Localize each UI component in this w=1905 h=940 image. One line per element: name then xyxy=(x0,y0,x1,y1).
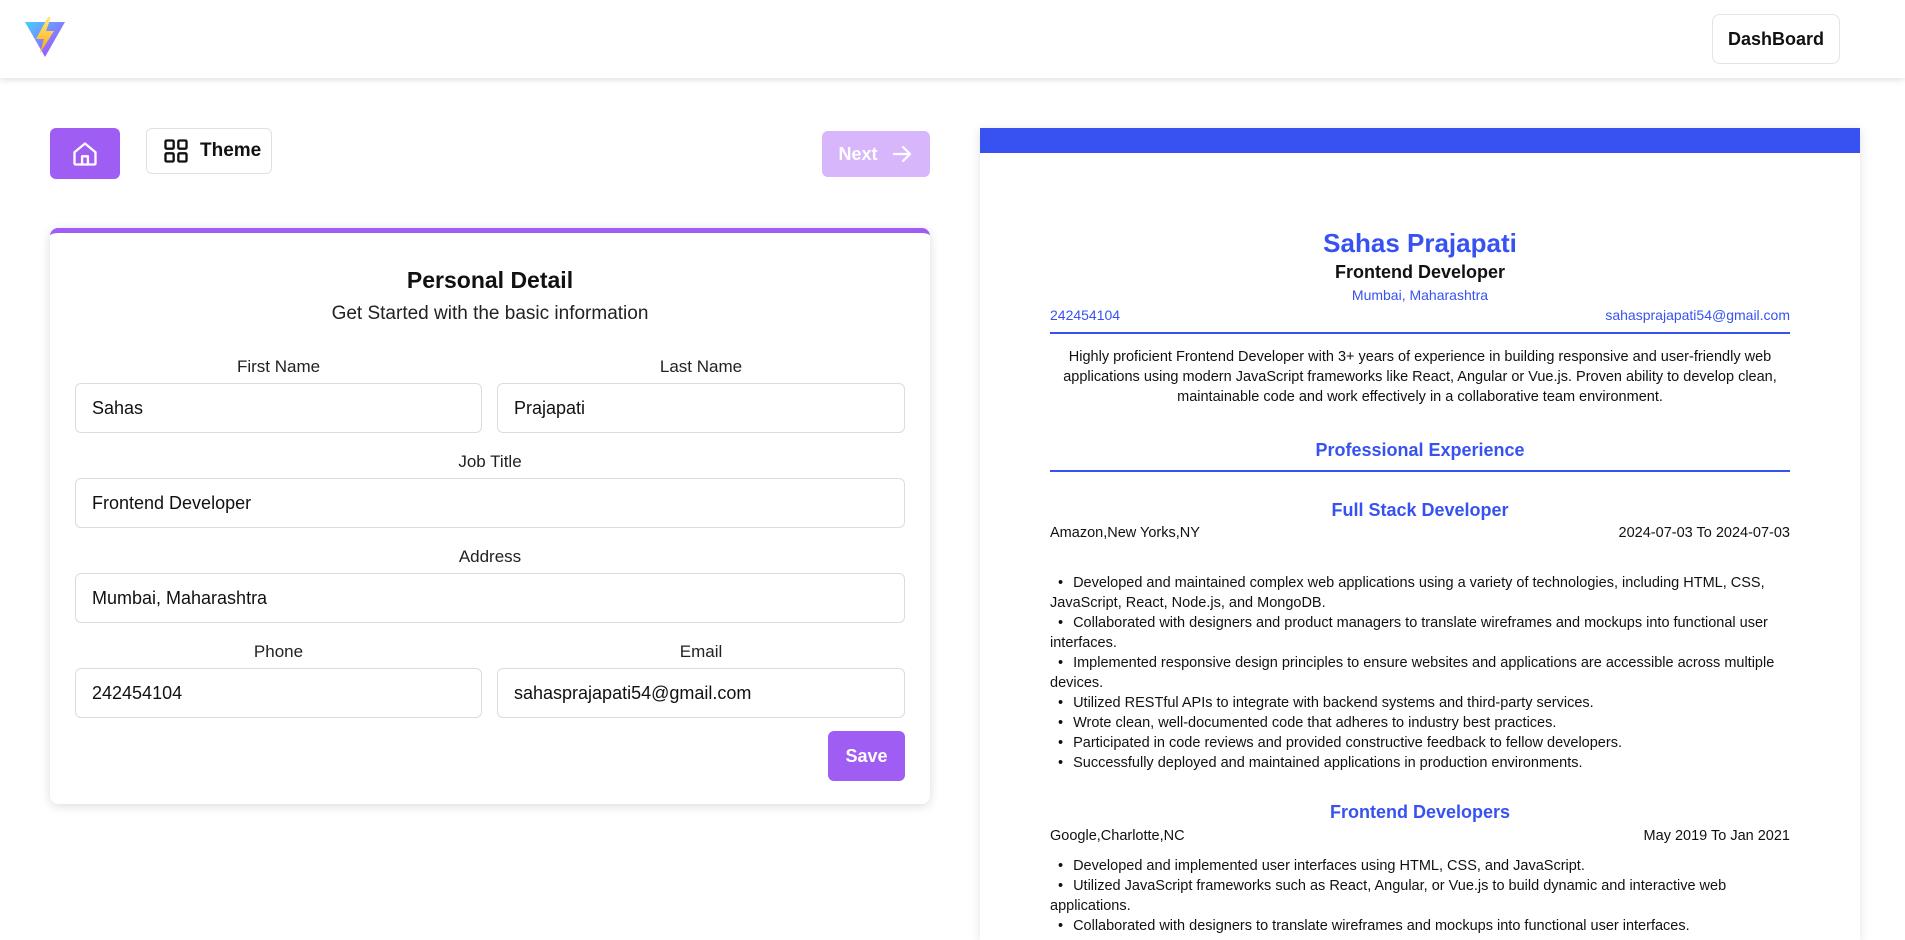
resume-job-title: Frontend Developer xyxy=(1334,262,1506,282)
experience-bullet: Implemented responsive design principles… xyxy=(1050,653,1790,693)
last-name-input[interactable]: Prajapati xyxy=(497,383,905,433)
experience-title: Full Stack Developer xyxy=(1331,500,1509,520)
resume-summary: Highly proficient Frontend Developer wit… xyxy=(1063,349,1777,405)
dashboard-button[interactable]: DashBoard xyxy=(1712,14,1840,64)
resume-email: sahasprajapati54@gmail.com xyxy=(1605,307,1790,323)
personal-detail-card: Personal Detail Get Started with the bas… xyxy=(50,228,930,804)
experience-bullet: Collaborated with designers and product … xyxy=(1050,613,1790,653)
save-button[interactable]: Save xyxy=(828,731,905,781)
theme-button[interactable]: Theme xyxy=(146,128,272,174)
phone-input[interactable]: 242454104 xyxy=(75,668,482,718)
experience-bullet: Participated in code reviews and provide… xyxy=(1050,733,1790,753)
email-input[interactable]: sahasprajapati54@gmail.com xyxy=(497,668,905,718)
home-button[interactable] xyxy=(50,128,120,179)
resume-preview: Sahas Prajapati Frontend Developer Mumba… xyxy=(980,128,1860,940)
first-name-input[interactable]: Sahas xyxy=(75,383,482,433)
first-name-label: First Name xyxy=(236,357,321,376)
home-icon xyxy=(73,141,97,166)
experience-divider xyxy=(1050,470,1790,472)
experience-dates: May 2019 To Jan 2021 xyxy=(1643,828,1790,844)
address-input[interactable]: Mumbai, Maharashtra xyxy=(75,573,905,623)
last-name-label: Last Name xyxy=(659,357,743,376)
experience-company: Google,Charlotte,NC xyxy=(1050,828,1185,844)
next-label: Next xyxy=(838,143,878,164)
address-label: Address xyxy=(458,547,522,566)
experience-bullets: Developed and implemented user interface… xyxy=(1050,856,1790,936)
top-navbar: DashBoard xyxy=(0,0,1905,78)
experience-bullets: Developed and maintained complex web app… xyxy=(1050,573,1790,773)
resume-name: Sahas Prajapati xyxy=(1323,228,1517,258)
experience-bullet: Developed and implemented user interface… xyxy=(1050,856,1790,876)
job-title-input[interactable]: Frontend Developer xyxy=(75,478,905,528)
experience-bullet: Developed and maintained complex web app… xyxy=(1050,573,1790,613)
resume-address: Mumbai, Maharashtra xyxy=(1351,287,1489,303)
theme-label: Theme xyxy=(200,140,262,161)
experience-bullet: Wrote clean, well-documented code that a… xyxy=(1050,713,1790,733)
grid-icon xyxy=(164,139,188,163)
arrow-right-icon xyxy=(892,145,911,163)
experience-dates: 2024-07-03 To 2024-07-03 xyxy=(1618,525,1790,541)
experience-title: Frontend Developers xyxy=(1329,802,1511,822)
card-title: Personal Detail xyxy=(406,267,574,293)
resume-divider xyxy=(1050,332,1790,334)
bolt-triangle-logo-icon[interactable] xyxy=(24,17,66,59)
experience-bullet: Utilized JavaScript frameworks such as R… xyxy=(1050,876,1790,916)
experience-meta: Google,Charlotte,NC May 2019 To Jan 2021 xyxy=(1050,828,1790,844)
experience-company: Amazon,New Yorks,NY xyxy=(1050,525,1200,541)
job-title-label: Job Title xyxy=(458,452,522,471)
card-subtitle: Get Started with the basic information xyxy=(331,303,649,324)
next-button[interactable]: Next xyxy=(822,131,930,177)
experience-meta: Amazon,New Yorks,NY 2024-07-03 To 2024-0… xyxy=(1050,525,1790,541)
experience-bullet: Successfully deployed and maintained app… xyxy=(1050,753,1790,773)
experience-bullet: Utilized RESTful APIs to integrate with … xyxy=(1050,693,1790,713)
phone-label: Phone xyxy=(253,642,304,661)
experience-bullet: Collaborated with designers to translate… xyxy=(1050,916,1790,936)
resume-phone: 242454104 xyxy=(1050,307,1121,323)
experience-section-title: Professional Experience xyxy=(1315,440,1525,460)
email-label: Email xyxy=(679,642,723,661)
